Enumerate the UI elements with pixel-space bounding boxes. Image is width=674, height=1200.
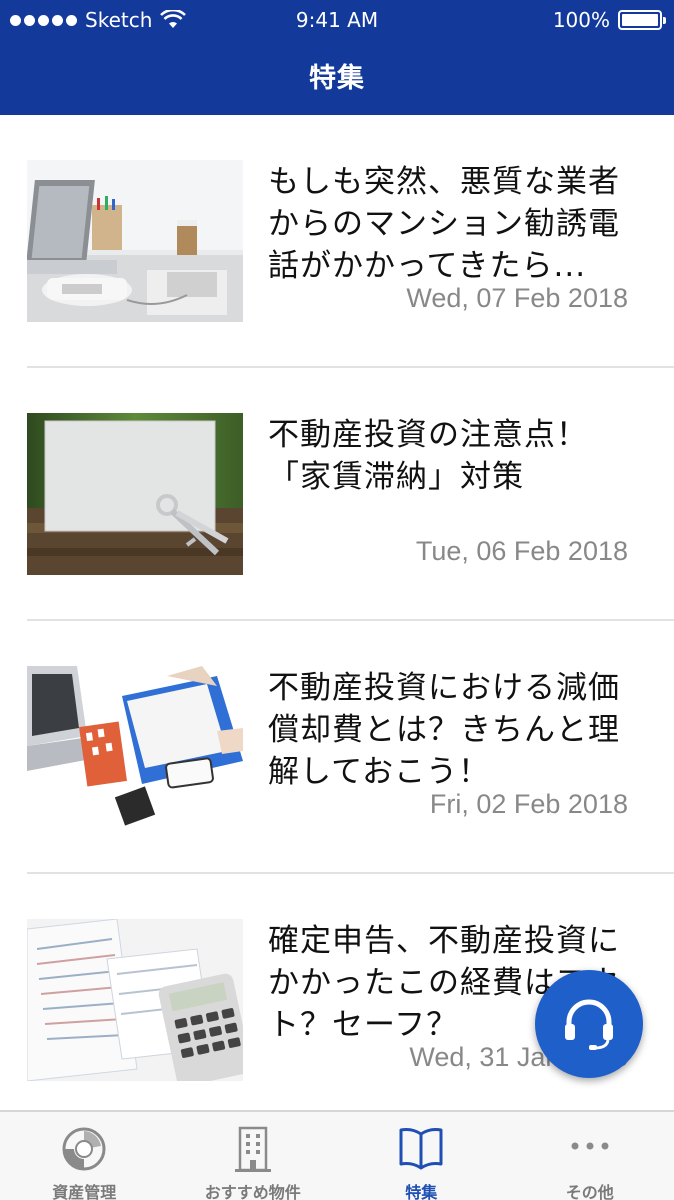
article-date: Wed, 07 Feb 2018	[406, 283, 628, 313]
tab-label: 特集	[405, 1183, 438, 1200]
support-fab-button[interactable]	[535, 970, 643, 1078]
article-thumbnail-tax-forms	[27, 919, 243, 1081]
tab-label: その他	[565, 1183, 614, 1200]
more-icon	[571, 1142, 609, 1150]
article-date: Tue, 06 Feb 2018	[415, 536, 628, 566]
article-thumbnail-office-phone	[27, 160, 243, 322]
building-icon	[234, 1126, 271, 1172]
screen: Sketch 9:41 AM 100% 特集 もしも突然、悪質な業者からのマンシ…	[0, 0, 674, 1200]
tab-asset-management[interactable]: 資産管理	[0, 1112, 169, 1200]
battery-icon	[618, 10, 666, 30]
tab-features[interactable]: 特集	[337, 1112, 506, 1200]
article-item[interactable]: もしも突然、悪質な業者からのマンション勧誘電話がかかってきたら... Wed, …	[27, 115, 674, 368]
tab-label: おすすめ物件	[204, 1183, 301, 1200]
asset-chart-icon	[62, 1127, 106, 1171]
book-icon	[399, 1128, 443, 1170]
article-title: 不動産投資における減価償却費とは？きちんと理解しておこう！	[268, 670, 620, 790]
header: Sketch 9:41 AM 100% 特集	[0, 0, 674, 115]
status-bar: Sketch 9:41 AM 100%	[0, 0, 674, 40]
tab-label: 資産管理	[52, 1183, 117, 1200]
article-title: 不動産投資の注意点！「家賃滞納」対策	[268, 417, 588, 495]
page-title: 特集	[309, 63, 365, 94]
tab-more[interactable]: その他	[506, 1112, 674, 1200]
article-thumbnail-laptop-documents	[27, 666, 243, 828]
article-date: Fri, 02 Feb 2018	[429, 789, 628, 819]
status-right: 100%	[552, 8, 666, 32]
battery-percent: 100%	[552, 8, 610, 32]
tab-bar: 資産管理 おすすめ物件 特集 その他	[0, 1110, 674, 1200]
article-item[interactable]: 不動産投資における減価償却費とは？きちんと理解しておこう！ Fri, 02 Fe…	[27, 621, 674, 874]
headset-icon	[565, 999, 613, 1050]
article-item[interactable]: 不動産投資の注意点！「家賃滞納」対策 Tue, 06 Feb 2018	[27, 368, 674, 621]
article-title: もしも突然、悪質な業者からのマンション勧誘電話がかかってきたら...	[268, 164, 620, 284]
tab-recommended-properties[interactable]: おすすめ物件	[169, 1112, 338, 1200]
article-thumbnail-keys	[27, 413, 243, 575]
